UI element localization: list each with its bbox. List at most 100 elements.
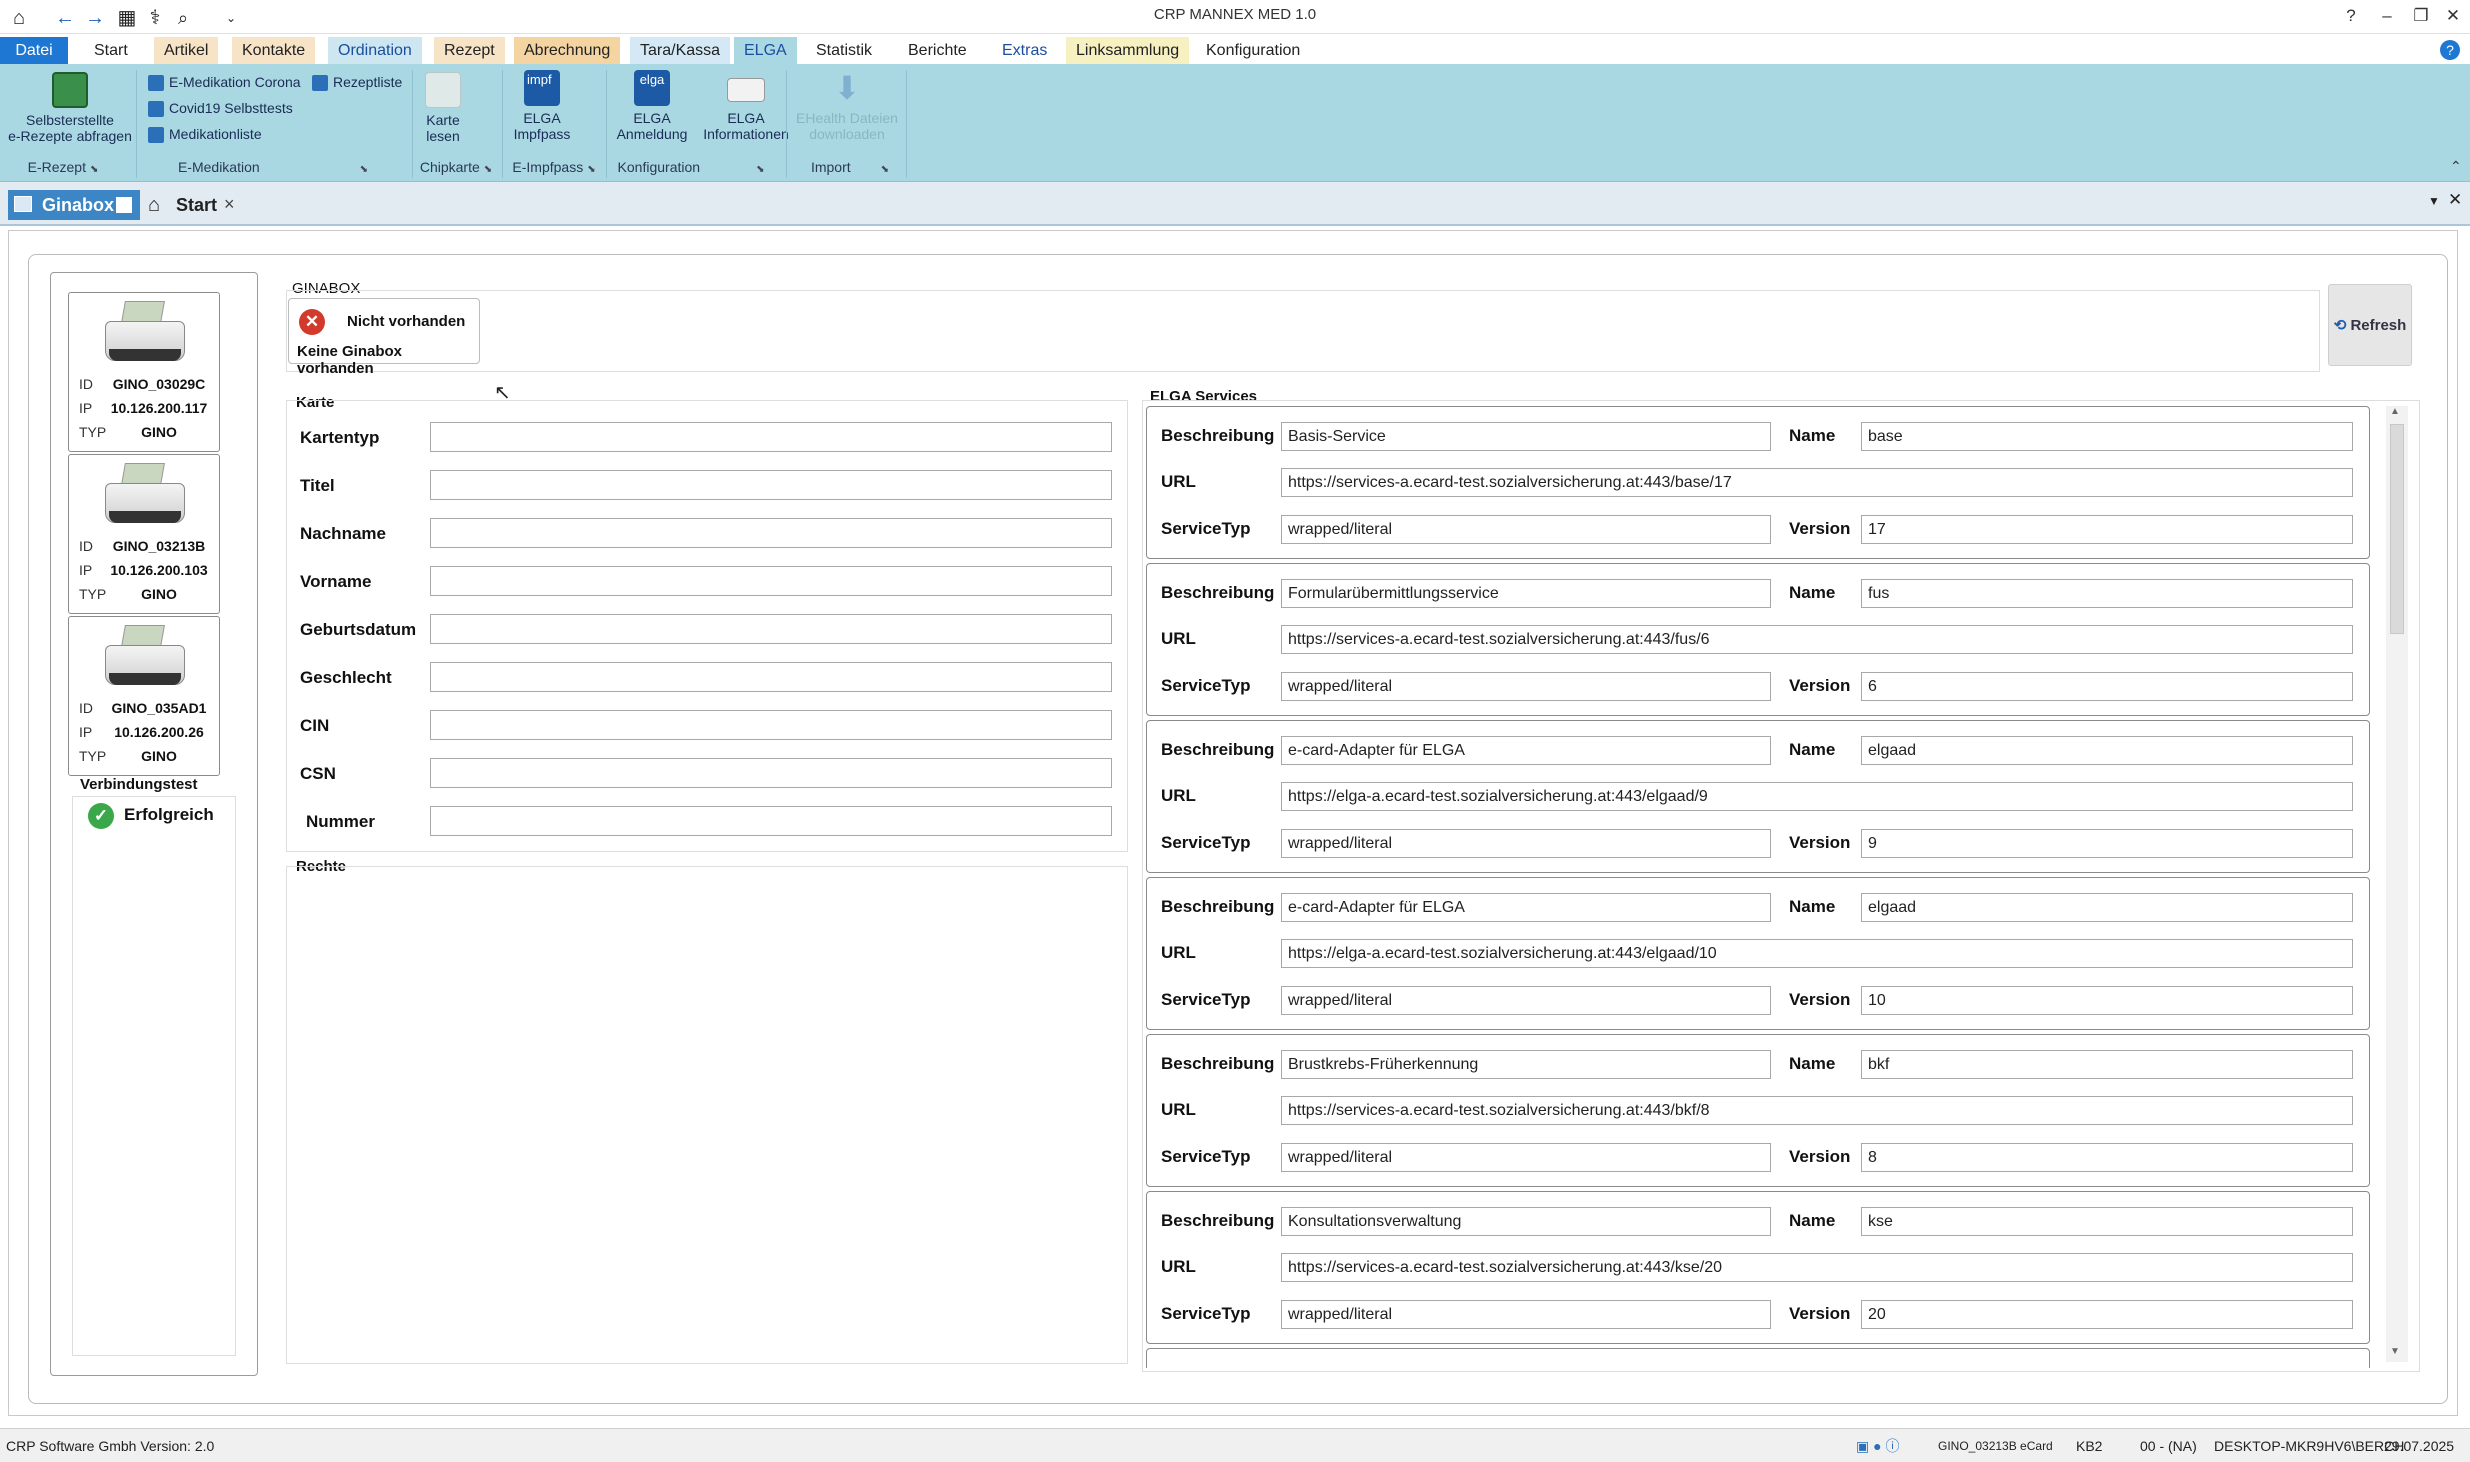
menu-tab-kontakte[interactable]: Kontakte (232, 37, 316, 64)
menu-tab-ordination[interactable]: Ordination (328, 37, 422, 64)
version-field[interactable]: 9 (1861, 829, 2353, 858)
beschreibung-field[interactable]: e-card-Adapter für ELGA (1281, 736, 1771, 765)
device-card[interactable]: ID GINO_03213B IP 10.126.200.103 TYP GINO (68, 454, 220, 614)
menu-tab-datei[interactable]: Datei (0, 37, 68, 64)
menu-tab-statistik[interactable]: Statistik (806, 37, 882, 64)
servicetyp-field[interactable]: wrapped/literal (1281, 515, 1771, 544)
geburtsdatum-field[interactable] (430, 614, 1112, 644)
version-field[interactable]: 20 (1861, 1300, 2353, 1329)
menu-tab-start[interactable]: Start (84, 37, 138, 64)
beschreibung-field[interactable]: Konsultationsverwaltung (1281, 1207, 1771, 1236)
device-id-row: ID GINO_03213B (79, 537, 215, 555)
group-separator (786, 70, 787, 178)
tab-close-button[interactable]: × (224, 194, 235, 215)
menu-tab-konfiguration[interactable]: Konfiguration (1196, 37, 1310, 64)
name-field[interactable]: bkf (1861, 1050, 2353, 1079)
dialog-launcher-icon[interactable]: ⬊ (881, 164, 889, 175)
url-label: URL (1161, 1100, 1196, 1119)
menu-tab-rezept[interactable]: Rezept (434, 37, 505, 64)
servicetyp-field[interactable]: wrapped/literal (1281, 986, 1771, 1015)
menu-tab-tara-kassa[interactable]: Tara/Kassa (630, 37, 731, 64)
beschreibung-field[interactable]: Formularübermittlungsservice (1281, 579, 1771, 608)
version-field[interactable]: 6 (1861, 672, 2353, 701)
titel-field[interactable] (430, 470, 1112, 500)
servicetyp-field[interactable]: wrapped/literal (1281, 829, 1771, 858)
elga-informationen-button[interactable]: ELGA Informationen (696, 70, 796, 142)
device-card[interactable]: ID GINO_035AD1 IP 10.126.200.26 TYP GINO (68, 616, 220, 776)
menu-tab-linksammlung[interactable]: Linksammlung (1066, 37, 1190, 64)
scroll-up-icon[interactable]: ▲ (2390, 406, 2400, 417)
geschlecht-field[interactable] (430, 662, 1112, 692)
refresh-button[interactable]: ⟲ Refresh (2328, 284, 2412, 366)
elga-services-list: Beschreibung Basis-Service Name base URL… (1146, 406, 2374, 1368)
menu-tab-abrechnung[interactable]: Abrechnung (514, 37, 621, 64)
close-window-button[interactable]: ✕ (2440, 3, 2466, 29)
menu-tab-artikel[interactable]: Artikel (154, 37, 219, 64)
servicetyp-field[interactable]: wrapped/literal (1281, 672, 1771, 701)
url-field[interactable]: https://elga-a.ecard-test.sozialversiche… (1281, 939, 2353, 968)
version-field[interactable]: 8 (1861, 1143, 2353, 1172)
help-icon[interactable]: ? (2440, 40, 2460, 60)
rezeptliste-button[interactable]: Rezeptliste (312, 72, 402, 92)
erezept-query-label: Selbsterstellte e-Rezepte abfragen (8, 112, 132, 144)
url-field[interactable]: https://services-a.ecard-test.sozialvers… (1281, 1096, 2353, 1125)
elga-anmeldung-button[interactable]: elga ELGA Anmeldung (612, 70, 692, 142)
ehealth-download-button[interactable]: ⬇ EHealth Dateien downloaden (792, 70, 902, 142)
scrollbar-thumb[interactable] (2390, 424, 2404, 634)
dialog-launcher-icon[interactable]: ⬊ (484, 164, 492, 175)
tab-ginabox[interactable]: Ginabox (8, 190, 140, 220)
servicetyp-label: ServiceTyp (1161, 1304, 1251, 1323)
collapse-ribbon-icon[interactable]: ⌃ (2450, 158, 2462, 175)
kartentyp-field[interactable] (430, 422, 1112, 452)
menu-tab-berichte[interactable]: Berichte (898, 37, 977, 64)
na-status[interactable]: 00 - (NA) (2140, 1429, 2197, 1462)
medikationliste-button[interactable]: Medikationliste (148, 124, 262, 144)
karte-lesen-button[interactable]: Karte lesen (414, 72, 472, 144)
version-field[interactable]: 10 (1861, 986, 2353, 1015)
menu-tab-elga[interactable]: ELGA (734, 37, 797, 64)
url-label: URL (1161, 943, 1196, 962)
cin-field[interactable] (430, 710, 1112, 740)
beschreibung-field[interactable]: e-card-Adapter für ELGA (1281, 893, 1771, 922)
url-field[interactable]: https://services-a.ecard-test.sozialvers… (1281, 1253, 2353, 1282)
tab-list-dropdown-icon[interactable]: ▼ (2428, 194, 2440, 208)
url-field[interactable]: https://services-a.ecard-test.sozialvers… (1281, 625, 2353, 654)
menu-tab-extras[interactable]: Extras (992, 37, 1057, 64)
name-field[interactable]: kse (1861, 1207, 2353, 1236)
erezept-query-button[interactable]: Selbsterstellte e-Rezepte abfragen (6, 72, 134, 144)
csn-field[interactable] (430, 758, 1112, 788)
device-card[interactable]: ID GINO_03029C IP 10.126.200.117 TYP GINO (68, 292, 220, 452)
close-document-icon[interactable]: ✕ (2448, 190, 2462, 210)
name-field[interactable]: base (1861, 422, 2353, 451)
pin-icon[interactable] (116, 197, 132, 213)
dialog-launcher-icon[interactable]: ⬊ (587, 164, 595, 175)
group-import: Import ⬊ (810, 159, 890, 175)
card-reader-status[interactable]: GINO_03213B eCard (1938, 1429, 2053, 1462)
maximize-button[interactable]: ❐ (2408, 3, 2434, 29)
minimize-button[interactable]: – (2374, 3, 2400, 29)
dialog-launcher-icon[interactable]: ⬊ (360, 164, 368, 175)
servicetyp-field[interactable]: wrapped/literal (1281, 1143, 1771, 1172)
version-field[interactable]: 17 (1861, 515, 2353, 544)
kb-status[interactable]: KB2 (2076, 1429, 2102, 1462)
url-field[interactable]: https://services-a.ecard-test.sozialvers… (1281, 468, 2353, 497)
error-icon: ✕ (299, 309, 325, 335)
nummer-field[interactable] (430, 806, 1112, 836)
dialog-launcher-icon[interactable]: ⬊ (90, 164, 98, 175)
nachname-field[interactable] (430, 518, 1112, 548)
servicetyp-field[interactable]: wrapped/literal (1281, 1300, 1771, 1329)
dialog-launcher-icon[interactable]: ⬊ (756, 164, 764, 175)
elga-impfpass-button[interactable]: impf ELGA Impfpass (506, 70, 578, 142)
vorname-field[interactable] (430, 566, 1112, 596)
url-field[interactable]: https://elga-a.ecard-test.sozialversiche… (1281, 782, 2353, 811)
emedikation-corona-button[interactable]: E-Medikation Corona (148, 72, 301, 92)
help-button[interactable]: ? (2338, 3, 2364, 29)
name-field[interactable]: elgaad (1861, 736, 2353, 765)
name-field[interactable]: elgaad (1861, 893, 2353, 922)
beschreibung-field[interactable]: Brustkrebs-Früherkennung (1281, 1050, 1771, 1079)
covid19-selbsttests-button[interactable]: Covid19 Selbsttests (148, 98, 293, 118)
kartentyp-label: Kartentyp (300, 428, 380, 447)
beschreibung-field[interactable]: Basis-Service (1281, 422, 1771, 451)
name-field[interactable]: fus (1861, 579, 2353, 608)
scroll-down-icon[interactable]: ▼ (2390, 1346, 2400, 1357)
